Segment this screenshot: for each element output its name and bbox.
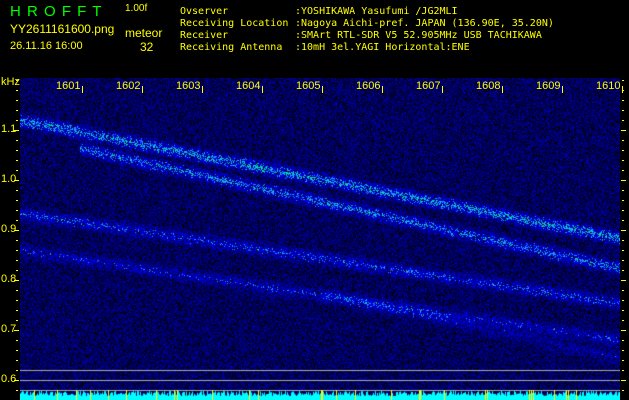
info-value: :10mH 3el.YAGI Horizontal:ENE [295,42,470,53]
info-value: :YOSHIKAWA Yasufumi /JG2MLI [295,6,458,17]
x-tick [562,86,563,93]
y-minor-tick [16,190,18,191]
y-minor-tick [16,360,18,361]
y-minor-tick [16,100,18,101]
y-minor-tick [16,370,18,371]
date-time: 26.11.16 16:00 [10,40,83,52]
y-minor-tick [16,330,18,331]
x-tick [202,86,203,93]
y-minor-tick-right [622,360,624,361]
x-tick [442,86,443,93]
y-minor-tick-right [622,140,624,141]
y-minor-tick-right [622,320,624,321]
x-tick [502,86,503,93]
file-name: YY2611161600.png [10,22,115,36]
x-tick-label: 1606 [356,80,381,92]
y-minor-tick [16,310,18,311]
y-minor-tick [16,340,18,341]
y-minor-tick [16,390,18,391]
meteor-label: meteor [125,26,163,40]
y-minor-tick [16,140,18,141]
y-minor-tick-right [622,100,624,101]
y-minor-tick-right [622,80,624,81]
x-tick [622,86,623,93]
y-minor-tick-right [622,110,624,111]
y-minor-tick [16,90,18,91]
y-minor-tick-right [622,230,624,231]
spectrogram [20,78,620,400]
axis-unit: kHz [1,76,20,88]
y-minor-tick-right [622,390,624,391]
x-tick-label: 1602 [116,80,141,92]
y-minor-tick-right [622,380,624,381]
y-minor-tick [16,320,18,321]
x-tick [82,86,83,93]
y-minor-tick-right [622,340,624,341]
meteor-count: 32 [140,40,154,54]
y-minor-tick [16,290,18,291]
y-minor-tick-right [622,240,624,241]
info-label: Receiving Location [180,18,289,29]
y-minor-tick-right [622,300,624,301]
y-minor-tick-right [622,250,624,251]
y-minor-tick [16,170,18,171]
y-minor-tick-right [622,370,624,371]
y-minor-tick-right [622,350,624,351]
info-value: :Nagoya Aichi-pref. JAPAN (136.90E, 35.2… [295,18,554,29]
y-minor-tick [16,220,18,221]
y-minor-tick [16,300,18,301]
x-tick [142,86,143,93]
y-minor-tick-right [622,310,624,311]
y-minor-tick-right [622,270,624,271]
y-minor-tick-right [622,170,624,171]
x-tick-label: 1605 [296,80,321,92]
y-minor-tick [16,380,18,381]
y-minor-tick [16,150,18,151]
y-minor-tick [16,240,18,241]
y-minor-tick-right [622,290,624,291]
y-minor-tick [16,110,18,111]
x-tick-label: 1601 [56,80,81,92]
y-minor-tick-right [622,190,624,191]
y-minor-tick [16,260,18,261]
y-minor-tick-right [622,200,624,201]
x-tick-label: 1604 [236,80,261,92]
y-minor-tick-right [622,330,624,331]
y-minor-tick-right [622,180,624,181]
y-minor-tick [16,120,18,121]
y-minor-tick [16,280,18,281]
info-label: Receiver [180,30,229,41]
x-tick [262,86,263,93]
y-minor-tick [16,80,18,81]
y-minor-tick [16,200,18,201]
x-tick-label: 1603 [176,80,201,92]
y-minor-tick-right [622,220,624,221]
y-minor-tick [16,270,18,271]
y-minor-tick [16,250,18,251]
y-minor-tick-right [622,280,624,281]
info-label: Ovserver [180,6,229,17]
y-minor-tick [16,210,18,211]
y-minor-tick-right [622,130,624,131]
info-label: Receiving Antenna [180,42,283,53]
app-version: 1.00f [125,3,148,14]
y-minor-tick [16,230,18,231]
y-minor-tick-right [622,120,624,121]
x-tick [322,86,323,93]
x-tick-label: 1607 [416,80,441,92]
y-minor-tick [16,160,18,161]
y-minor-tick [16,350,18,351]
y-minor-tick [16,130,18,131]
x-tick [382,86,383,93]
y-minor-tick-right [622,160,624,161]
y-minor-tick [16,180,18,181]
y-minor-tick-right [622,210,624,211]
app-title: H R O F F T [10,3,103,20]
x-tick-label: 1609 [536,80,561,92]
info-value: :SMArt RTL-SDR V5 52.905MHz USB TACHIKAW… [295,30,542,41]
y-minor-tick-right [622,260,624,261]
x-tick-label: 1608 [476,80,501,92]
y-minor-tick-right [622,150,624,151]
x-tick-label: 1610 [596,80,621,92]
